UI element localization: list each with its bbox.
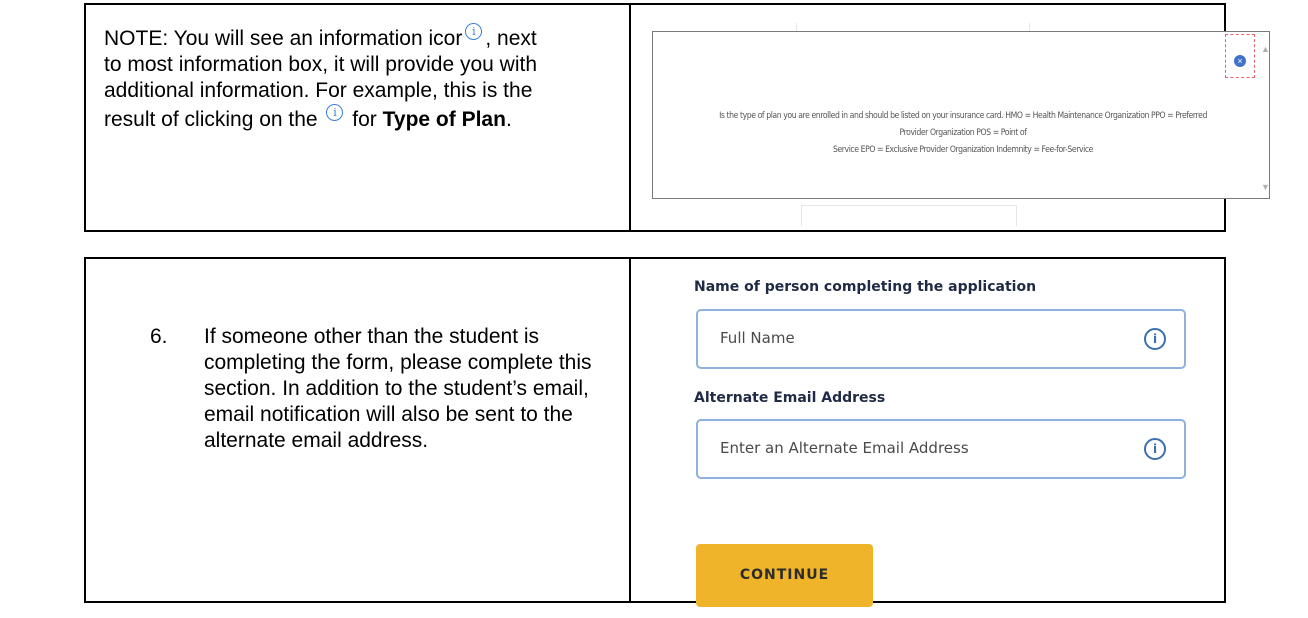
note-line-1: NOTE: You will see an information icor i,… [104,23,614,52]
info-icon[interactable]: i [1144,438,1166,460]
alternate-email-placeholder: Enter an Alternate Email Address [720,439,969,457]
type-of-plan-label: Type of Plan [382,108,506,131]
continue-button[interactable]: CONTINUE [696,544,873,607]
note-line-4-mid: for [346,108,383,131]
note-line-2: to most information box, it will provide… [104,53,538,76]
step-number: 6. [150,325,168,348]
note-text: NOTE: You will see an information icor i,… [104,23,614,133]
step-text: If someone other than the student is com… [204,325,592,452]
step-table: 6. If someone other than the student is … [84,257,1226,607]
info-icon: i [465,23,483,40]
note-line-3: additional information. For example, thi… [104,79,533,102]
popup-line-1: Is the type of plan you are enrolled in … [719,111,1207,138]
close-button[interactable]: × [1225,34,1255,78]
popup-text: Is the type of plan you are enrolled in … [714,108,1213,159]
popup-line-2: Service EPO = Exclusive Provider Organiz… [832,145,1094,155]
scroll-up-arrow[interactable]: ▲ [1261,44,1270,54]
alternate-email-input[interactable]: Enter an Alternate Email Address i [696,419,1186,479]
close-icon[interactable]: × [1234,55,1246,67]
background-field [801,205,1017,226]
note-line-4: result of clicking on the i for Type of … [104,104,614,133]
note-line-1-start: NOTE: You will see an information icor [104,27,463,50]
info-icon: i [326,104,344,121]
note-line-4-start: result of clicking on the [104,108,318,131]
scroll-down-arrow[interactable]: ▼ [1261,182,1270,192]
full-name-input[interactable]: Full Name i [696,309,1186,369]
full-name-placeholder: Full Name [720,329,795,347]
note-line-1-end: , next [485,27,537,50]
note-line-4-end: . [505,108,512,131]
email-field-label: Alternate Email Address [694,390,886,406]
popup-screenshot: × ▲ ▼ Is the type of plan you are enroll… [646,23,1270,226]
info-icon[interactable]: i [1144,328,1166,350]
name-field-label: Name of person completing the applicatio… [694,279,1037,295]
column-divider [629,5,631,230]
column-divider [629,259,631,601]
info-popup: × ▲ ▼ Is the type of plan you are enroll… [652,31,1270,199]
note-table: NOTE: You will see an information icor i,… [84,3,1270,232]
